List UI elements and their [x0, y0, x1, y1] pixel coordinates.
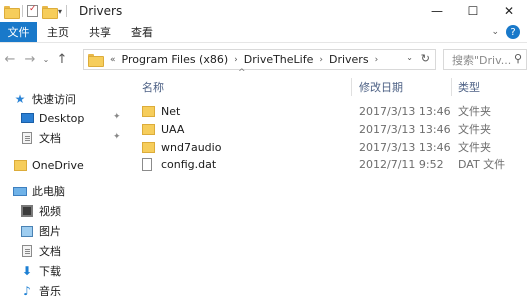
- desktop-icon: [20, 113, 34, 123]
- close-button[interactable]: ✕: [491, 0, 527, 22]
- customize-toolbar-icon[interactable]: ▾: [58, 7, 62, 16]
- divider: [22, 5, 23, 17]
- star-icon: ★: [14, 92, 26, 106]
- file-icon: [142, 157, 152, 171]
- breadcrumb-item[interactable]: Drivers: [329, 53, 369, 66]
- window-title: Drivers: [79, 4, 123, 18]
- up-button[interactable]: ↑: [52, 52, 72, 67]
- document-icon: [22, 245, 32, 257]
- music-icon: ♪: [23, 284, 31, 296]
- file-date: 2017/3/13 13:46: [359, 140, 451, 154]
- picture-icon: [21, 225, 33, 237]
- breadcrumb-overflow[interactable]: «: [110, 55, 116, 65]
- folder-icon: [142, 105, 155, 117]
- properties-icon[interactable]: [27, 4, 38, 17]
- refresh-icon[interactable]: ↻: [421, 52, 430, 65]
- search-icon[interactable]: ⚲: [514, 52, 522, 65]
- sidebar-item-label: Desktop: [39, 111, 85, 125]
- divider: [66, 5, 68, 17]
- folder-icon: [88, 54, 104, 67]
- sidebar-item-documents-pc[interactable]: 文档: [20, 241, 61, 261]
- file-type: 文件夹: [458, 141, 491, 154]
- column-divider[interactable]: [451, 78, 452, 96]
- sidebar-item-pictures[interactable]: 图片: [20, 221, 61, 241]
- computer-icon: [13, 186, 27, 196]
- sidebar-item-label: 快速访问: [32, 93, 76, 106]
- breadcrumb-item[interactable]: Program Files (x86): [122, 53, 229, 66]
- address-bar[interactable]: « Program Files (x86) › DriveTheLife › D…: [83, 49, 436, 70]
- download-icon: ⬇: [21, 264, 33, 278]
- navigation-bar: ← → ⌄ ↑ « Program Files (x86) › DriveThe…: [0, 44, 527, 75]
- minimize-button[interactable]: —: [419, 0, 455, 22]
- file-date: 2012/7/11 9:52: [359, 157, 444, 171]
- column-header-name[interactable]: 名称: [142, 79, 164, 97]
- file-row[interactable]: config.dat 2012/7/11 9:52 DAT 文件: [134, 155, 527, 173]
- sidebar-item-label: 此电脑: [32, 185, 65, 198]
- sidebar-item-label: 音乐: [39, 285, 61, 296]
- breadcrumb-separator[interactable]: ›: [375, 55, 379, 65]
- sidebar-item-music[interactable]: ♪ 音乐: [20, 281, 61, 296]
- new-folder-icon[interactable]: [42, 5, 58, 19]
- pin-icon: ✦: [113, 132, 121, 142]
- file-row[interactable]: Net 2017/3/13 13:46 文件夹: [134, 102, 527, 120]
- tab-view[interactable]: 查看: [121, 22, 163, 42]
- sidebar-item-downloads[interactable]: ⬇ 下载: [20, 261, 61, 281]
- sort-indicator-icon: ^: [238, 68, 246, 78]
- search-input[interactable]: 搜索"Driv... ⚲: [443, 49, 527, 70]
- video-icon: [21, 205, 33, 217]
- sidebar-item-label: OneDrive: [32, 158, 84, 172]
- ribbon-tabs: 文件 主页 共享 查看 ⌄ ?: [0, 22, 527, 43]
- folder-icon: [4, 5, 20, 19]
- recent-locations-button[interactable]: ⌄: [40, 55, 52, 64]
- breadcrumb-separator[interactable]: ›: [234, 55, 238, 65]
- column-header-date[interactable]: 修改日期: [359, 79, 403, 97]
- sidebar-item-label: 文档: [39, 245, 61, 258]
- expand-ribbon-icon[interactable]: ⌄: [484, 22, 506, 42]
- help-icon[interactable]: ?: [506, 25, 520, 39]
- tab-file[interactable]: 文件: [0, 22, 37, 42]
- sidebar-item-documents[interactable]: 文档: [20, 128, 61, 148]
- file-type: 文件夹: [458, 123, 491, 136]
- back-button[interactable]: ←: [0, 52, 20, 67]
- file-name: wnd7audio: [161, 140, 222, 154]
- file-row[interactable]: wnd7audio 2017/3/13 13:46 文件夹: [134, 138, 527, 156]
- file-type: DAT 文件: [458, 158, 506, 171]
- file-date: 2017/3/13 13:46: [359, 122, 451, 136]
- document-icon: [22, 132, 32, 144]
- sidebar-item-label: 视频: [39, 205, 61, 218]
- window-controls: — ☐ ✕: [419, 0, 527, 22]
- column-header-type[interactable]: 类型: [458, 79, 480, 97]
- sidebar-item-quick-access[interactable]: ★ 快速访问: [13, 89, 76, 109]
- folder-icon: [142, 141, 155, 153]
- sidebar-item-label: 下载: [39, 265, 61, 278]
- sidebar-item-onedrive[interactable]: OneDrive: [13, 155, 84, 175]
- sidebar-item-videos[interactable]: 视频: [20, 201, 61, 221]
- file-date: 2017/3/13 13:46: [359, 104, 451, 118]
- search-placeholder: 搜索"Driv...: [452, 53, 512, 67]
- sidebar-item-label: 文档: [39, 132, 61, 145]
- breadcrumb-item[interactable]: DriveTheLife: [244, 53, 314, 66]
- address-dropdown-icon[interactable]: ⌄: [406, 53, 413, 62]
- sidebar-item-label: 图片: [39, 225, 61, 238]
- file-name: Net: [161, 104, 181, 118]
- title-bar: ▾ Drivers — ☐ ✕: [0, 0, 527, 22]
- sidebar-item-desktop[interactable]: Desktop: [20, 108, 84, 128]
- navigation-pane: ★ 快速访问 Desktop ✦ 文档 ✦ OneDrive 此电脑 视频 图片…: [0, 80, 124, 296]
- file-name: UAA: [161, 122, 185, 136]
- tab-home[interactable]: 主页: [37, 22, 79, 42]
- forward-button[interactable]: →: [20, 52, 40, 67]
- pin-icon: ✦: [113, 112, 121, 122]
- onedrive-folder-icon: [13, 159, 27, 171]
- column-divider[interactable]: [351, 78, 352, 96]
- maximize-button[interactable]: ☐: [455, 0, 491, 22]
- breadcrumb-separator[interactable]: ›: [319, 55, 323, 65]
- file-type: 文件夹: [458, 105, 491, 118]
- file-row[interactable]: UAA 2017/3/13 13:46 文件夹: [134, 120, 527, 138]
- sidebar-item-this-pc[interactable]: 此电脑: [13, 181, 65, 201]
- folder-icon: [142, 123, 155, 135]
- file-name: config.dat: [161, 157, 217, 171]
- tab-share[interactable]: 共享: [79, 22, 121, 42]
- quick-access-toolbar: ▾: [0, 0, 71, 22]
